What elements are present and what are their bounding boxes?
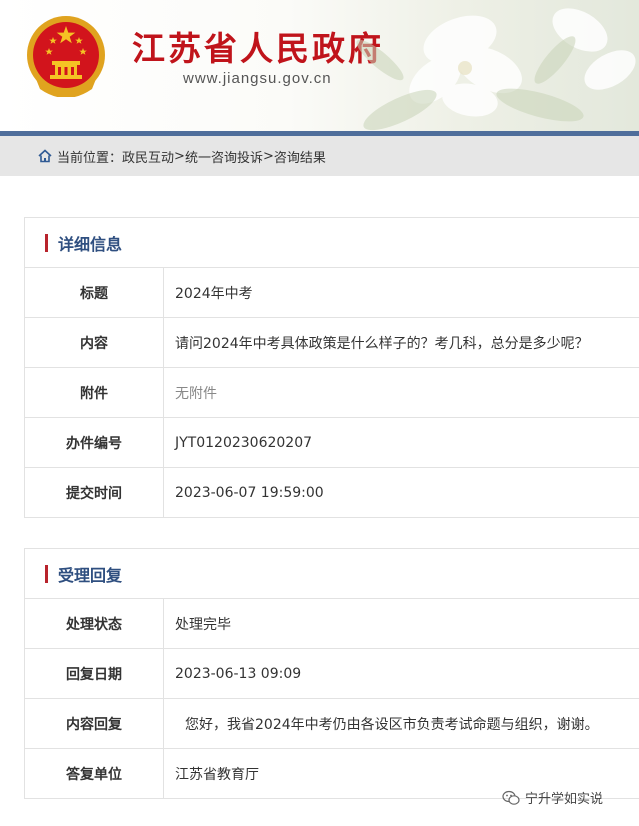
detail-label: 附件 [25,368,164,417]
reply-value: 处理完毕 [175,616,231,633]
flower-decoration [356,8,636,131]
breadcrumb-item-consult-result[interactable]: 咨询结果 [274,147,326,166]
watermark-text: 宁升学如实说 [525,792,604,807]
detail-label: 办件编号 [25,418,164,467]
national-emblem-icon[interactable] [26,15,106,97]
breadcrumb-separator: > [174,148,185,164]
details-panel: 详细信息 标题 2024年中考 内容 请问2024年中考具体政策是什么样子的？考… [24,217,639,518]
breadcrumb-item-interaction[interactable]: 政民互动 [122,147,174,166]
home-icon[interactable] [38,149,52,163]
detail-row-content: 内容 请问2024年中考具体政策是什么样子的？考几科，总分是多少呢？ [25,318,639,368]
reply-value: 江苏省教育厅 [175,766,259,783]
section-marker [45,233,48,252]
reply-panel: 受理回复 处理状态 处理完毕 回复日期 2023-06-13 09:09 内容回… [24,548,639,799]
reply-panel-header: 受理回复 [25,549,639,599]
detail-value: 2024年中考 [175,285,253,302]
details-panel-header: 详细信息 [25,218,639,268]
breadcrumb-item-consult-complaint[interactable]: 统一咨询投诉 [185,147,263,166]
detail-value: 2023-06-07 19:59:00 [175,484,324,501]
reply-label: 答复单位 [25,749,164,798]
reply-row-date: 回复日期 2023-06-13 09:09 [25,649,639,699]
detail-row-attachment: 附件 无附件 [25,368,639,418]
reply-row-status: 处理状态 处理完毕 [25,599,639,649]
wechat-watermark: 宁升学如实说 [502,788,603,807]
wechat-icon [502,790,520,805]
details-section-title: 详细信息 [58,234,123,254]
detail-label: 提交时间 [25,468,164,517]
breadcrumb: 当前位置： 政民互动 > 统一咨询投诉 > 咨询结果 [0,136,639,176]
reply-value: 2023-06-13 09:09 [175,665,302,682]
reply-label: 内容回复 [25,699,164,748]
breadcrumb-prefix: 当前位置： [57,150,123,166]
breadcrumb-separator: > [262,148,274,164]
site-header: 江苏省人民政府 www.jiangsu.gov.cn [0,0,639,131]
reply-label: 处理状态 [25,599,164,648]
detail-row-case-number: 办件编号 JYT0120230620207 [25,418,639,468]
detail-value: JYT0120230620207 [175,434,313,451]
detail-label: 内容 [25,318,164,367]
detail-value: 无附件 [175,385,217,402]
detail-value: 请问2024年中考具体政策是什么样子的？考几科，总分是多少呢？ [175,335,589,352]
detail-row-submit-time: 提交时间 2023-06-07 19:59:00 [25,468,639,517]
reply-label: 回复日期 [25,649,164,698]
reply-row-content: 内容回复 您好，我省2024年中考仍由各设区市负责考试命题与组织，谢谢。 [25,699,639,749]
detail-row-title: 标题 2024年中考 [25,268,639,318]
site-url[interactable]: www.jiangsu.gov.cn [183,70,332,87]
reply-section-title: 受理回复 [58,565,123,585]
detail-label: 标题 [25,268,164,317]
reply-value: 您好，我省2024年中考仍由各设区市负责考试命题与组织，谢谢。 [185,716,599,733]
section-marker [45,564,48,583]
